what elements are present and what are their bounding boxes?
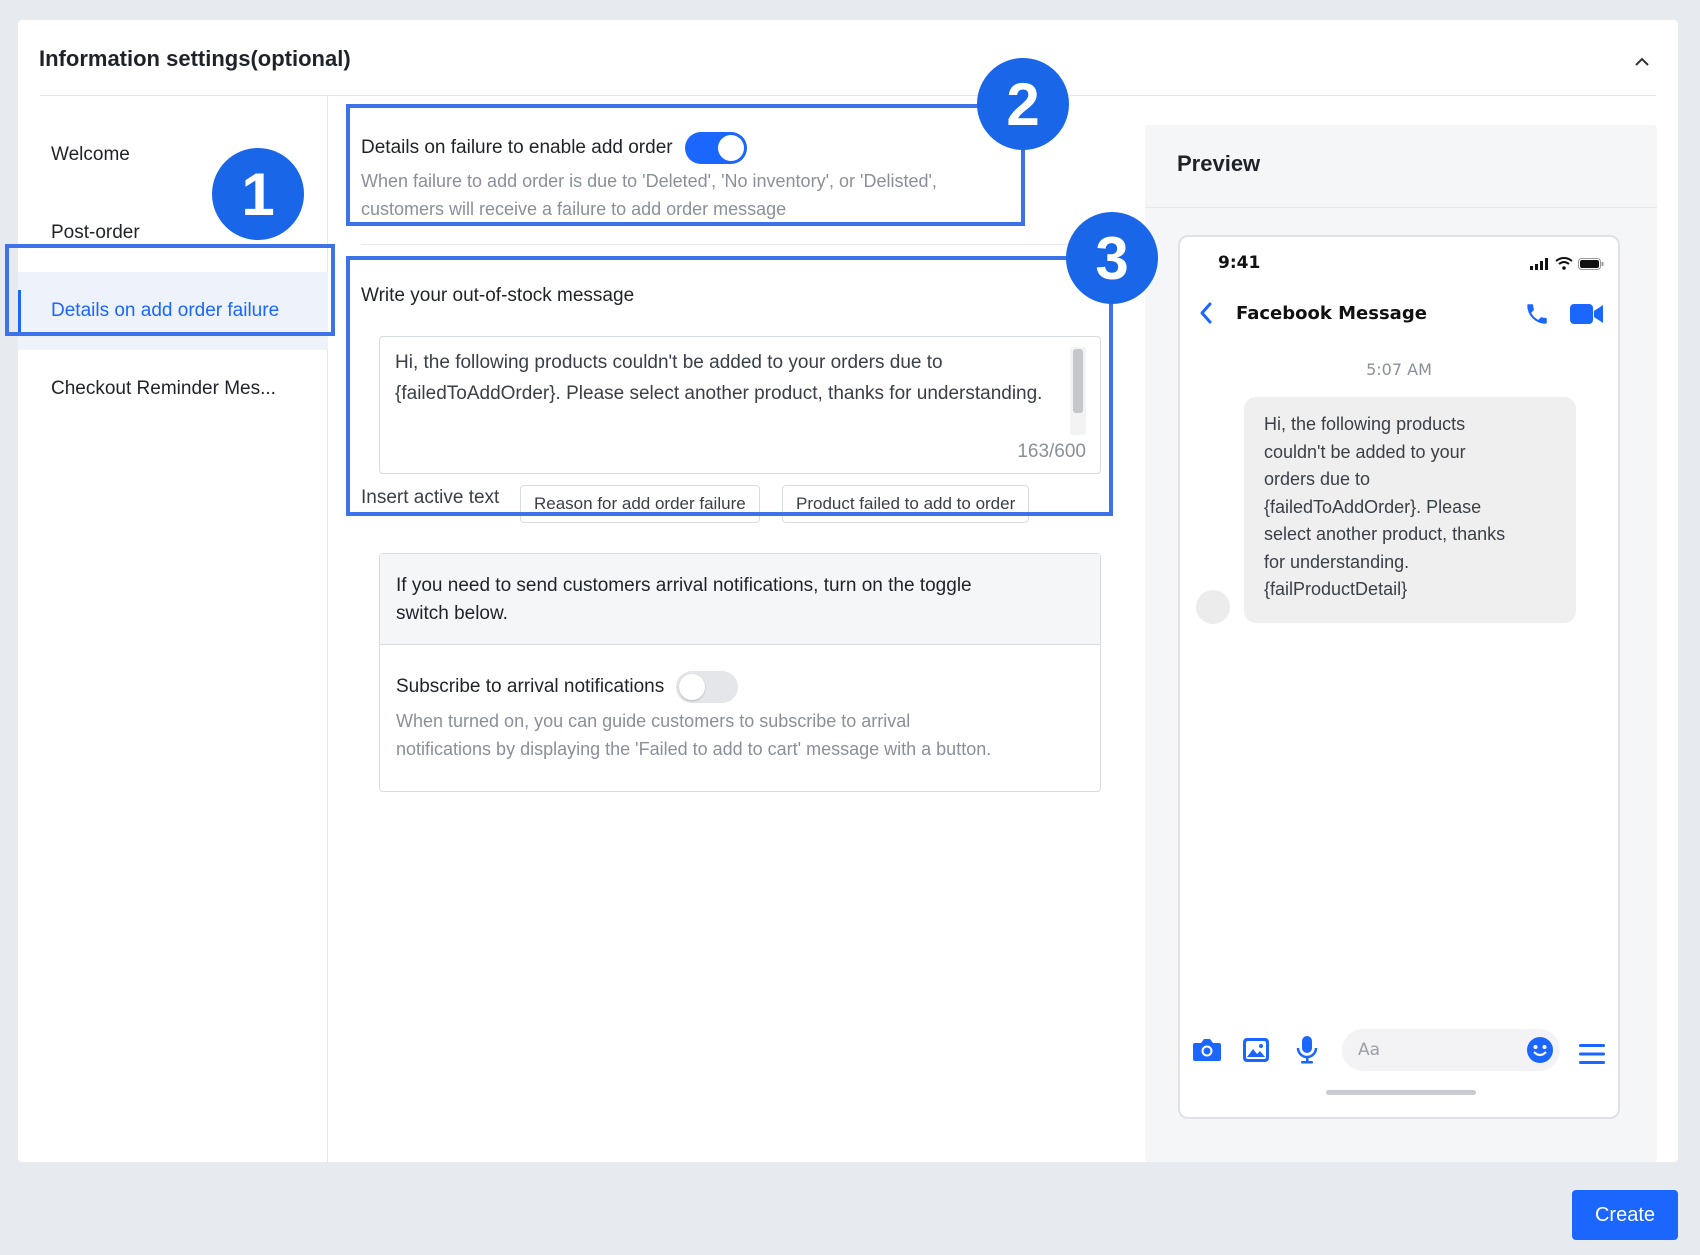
sidebar-item-label: Details on add order failure xyxy=(51,300,280,321)
arrival-notifications-title: Subscribe to arrival notifications xyxy=(396,676,665,697)
out-of-stock-message-textarea[interactable]: Hi, the following products couldn't be a… xyxy=(379,336,1101,474)
insert-active-text-label: Insert active text xyxy=(361,487,500,508)
settings-sidebar: Welcome Post-order Details on add order … xyxy=(18,96,328,1162)
message-bubble: Hi, the following products couldn't be a… xyxy=(1244,397,1576,623)
menu-icon[interactable] xyxy=(1578,1043,1606,1069)
divider xyxy=(1145,207,1657,208)
arrival-notifications-header: If you need to send customers arrival no… xyxy=(380,554,1100,645)
message-timestamp: 5:07 AM xyxy=(1366,360,1432,379)
message-editor-title: Write your out-of-stock message xyxy=(361,285,635,306)
sidebar-item-checkout-reminder[interactable]: Checkout Reminder Mes... xyxy=(18,350,328,428)
failure-details-section: Details on failure to enable add order W… xyxy=(361,131,1001,223)
bubble-line: {failProductDetail} xyxy=(1264,579,1408,599)
annotation-badge-2: 2 xyxy=(977,58,1069,150)
status-icons xyxy=(1530,255,1604,274)
message-text: Hi, the following products couldn't be a… xyxy=(395,352,1043,404)
preview-panel: Preview 9:41 Facebook Message 5:07 AM Hi… xyxy=(1145,125,1657,1162)
message-composer-input[interactable]: Aa xyxy=(1342,1029,1560,1071)
phone-icon[interactable] xyxy=(1524,301,1550,331)
chip-reason-for-failure[interactable]: Reason for add order failure xyxy=(520,485,760,523)
chat-title: Facebook Message xyxy=(1236,303,1427,324)
composer-placeholder: Aa xyxy=(1358,1040,1381,1060)
avatar xyxy=(1196,590,1230,624)
bubble-line: Hi, the following products xyxy=(1264,414,1466,434)
mic-icon[interactable] xyxy=(1296,1035,1318,1069)
failure-details-hint-1: When failure to add order is due to 'Del… xyxy=(361,171,937,191)
failure-details-title: Details on failure to enable add order xyxy=(361,137,673,158)
battery-icon xyxy=(1578,255,1604,274)
section-title: Information settings(optional) xyxy=(39,46,351,71)
toggle-knob xyxy=(679,674,706,700)
arrival-header-line-1: If you need to send customers arrival no… xyxy=(396,575,972,596)
bubble-line: {failedToAddOrder}. Please xyxy=(1264,496,1482,517)
char-counter: 163/600 xyxy=(1017,441,1086,462)
phone-mockup: 9:41 Facebook Message 5:07 AM Hi, the fo… xyxy=(1178,235,1620,1119)
toggle-knob xyxy=(717,135,744,161)
chip-product-failed[interactable]: Product failed to add to order xyxy=(782,485,1030,523)
bubble-line: for understanding. xyxy=(1264,551,1410,572)
create-button[interactable]: Create xyxy=(1572,1190,1678,1240)
emoji-icon[interactable] xyxy=(1526,1036,1554,1068)
bubble-line: orders due to xyxy=(1264,469,1371,489)
signal-icon xyxy=(1530,255,1550,274)
sidebar-item-label: Checkout Reminder Mes... xyxy=(51,378,276,399)
failure-details-toggle[interactable] xyxy=(684,132,747,164)
arrival-hint-1: When turned on, you can guide customers … xyxy=(396,711,911,731)
scrollbar-thumb[interactable] xyxy=(1073,349,1083,413)
camera-icon[interactable] xyxy=(1192,1037,1222,1067)
annotation-badge-1: 1 xyxy=(212,148,304,240)
textarea-scrollbar[interactable] xyxy=(1070,347,1086,435)
image-icon[interactable] xyxy=(1242,1037,1270,1067)
sidebar-item-add-order-failure[interactable]: Details on add order failure xyxy=(18,272,328,350)
divider xyxy=(361,244,1101,245)
annotation-badge-3: 3 xyxy=(1066,212,1158,304)
status-time: 9:41 xyxy=(1218,253,1261,273)
preview-title: Preview xyxy=(1177,151,1261,176)
chevron-up-icon[interactable] xyxy=(1632,52,1652,72)
video-icon[interactable] xyxy=(1570,303,1604,329)
arrival-notifications-toggle[interactable] xyxy=(676,671,739,703)
arrival-notifications-card: If you need to send customers arrival no… xyxy=(379,553,1101,792)
bubble-line: select another product, thanks xyxy=(1264,524,1506,544)
home-indicator xyxy=(1326,1090,1476,1095)
arrival-header-line-2: switch below. xyxy=(396,603,508,624)
bubble-line: couldn't be added to your xyxy=(1264,441,1466,462)
wifi-icon xyxy=(1555,255,1573,274)
failure-details-hint-2: customers will receive a failure to add … xyxy=(361,199,787,219)
back-chevron-icon[interactable] xyxy=(1198,301,1214,329)
arrival-hint-2: notifications by displaying the 'Failed … xyxy=(396,739,992,759)
sidebar-item-label: Welcome xyxy=(51,144,130,165)
sidebar-item-label: Post-order xyxy=(51,222,140,243)
